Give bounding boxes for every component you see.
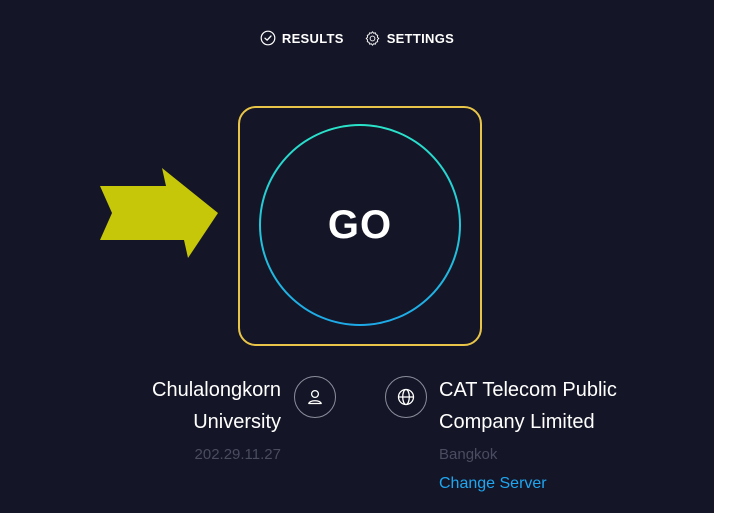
server-location: Bangkok xyxy=(439,446,498,463)
isp-info: Chulalongkorn University 202.29.11.27 xyxy=(152,374,281,463)
speedtest-app: RESULTS SETTINGS GO Chulalongkorn Univer… xyxy=(0,0,714,513)
go-button-inner: GO xyxy=(261,126,459,324)
check-circle-icon xyxy=(260,30,276,46)
isp-name-line2: University xyxy=(193,411,281,433)
results-label: RESULTS xyxy=(281,30,344,46)
globe-icon xyxy=(385,376,427,418)
isp-ip-address: 202.29.11.27 xyxy=(194,446,281,463)
top-navigation: RESULTS SETTINGS xyxy=(0,26,714,50)
gear-icon xyxy=(364,30,381,47)
server-name-line1: CAT Telecom Public xyxy=(439,379,617,401)
annotation-arrow-icon xyxy=(100,168,218,263)
user-icon xyxy=(294,376,336,418)
settings-nav-link[interactable]: SETTINGS xyxy=(364,30,454,47)
go-button[interactable]: GO xyxy=(259,124,461,326)
change-server-link[interactable]: Change Server xyxy=(439,475,617,493)
server-info: CAT Telecom Public Company Limited Bangk… xyxy=(439,374,617,493)
settings-label: SETTINGS xyxy=(386,30,455,46)
isp-name-line1: Chulalongkorn xyxy=(152,379,281,401)
results-nav-link[interactable]: RESULTS xyxy=(260,30,344,46)
go-label: GO xyxy=(327,202,393,247)
server-name-line2: Company Limited xyxy=(439,411,595,433)
